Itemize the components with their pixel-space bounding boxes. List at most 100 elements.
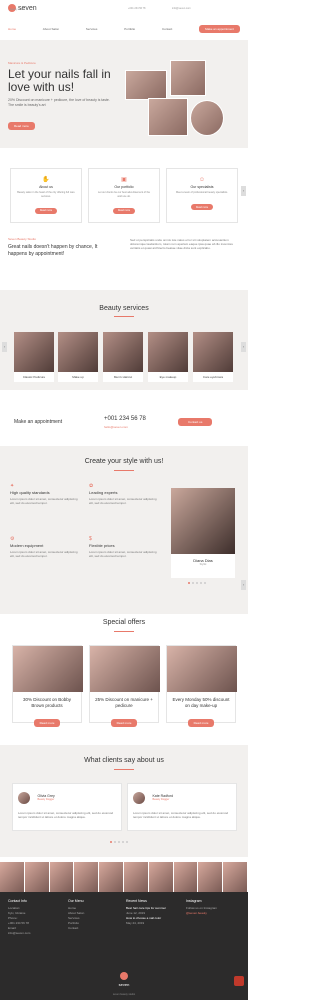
feature-about-button[interactable]: Read more: [34, 207, 58, 214]
service-image: [14, 332, 54, 372]
specialist-photo: [171, 488, 235, 554]
service-card[interactable]: Men's Haircut: [103, 332, 143, 382]
header-email[interactable]: info@seven.com: [172, 7, 191, 10]
offer-label: Every Monday 50% discount on day make-up: [172, 697, 230, 708]
offer-button[interactable]: Read more: [187, 719, 215, 727]
offer-image: [90, 646, 160, 692]
avatar: [18, 791, 30, 804]
instagram-photo[interactable]: [74, 862, 100, 892]
footer-news-date: May 24, 2019: [126, 921, 145, 925]
offer-card: Every Monday 50% discount on day make-up…: [166, 645, 237, 727]
instagram-photo[interactable]: [223, 862, 248, 892]
offer-image: [13, 646, 83, 692]
footer-link[interactable]: Contact: [68, 926, 118, 931]
hero-photo-1: [125, 70, 167, 100]
specialist-card[interactable]: Diana Dias Stylist: [171, 488, 235, 578]
create-item-text: Lorem ipsum dolor sit amet, consectetur …: [89, 497, 157, 505]
gallery-icon: ▣: [121, 177, 127, 183]
service-card[interactable]: Make up: [58, 332, 98, 382]
create-title-underline: [114, 470, 134, 471]
create-item-title: Flexible prices: [89, 543, 115, 548]
price-icon: $: [89, 536, 92, 542]
service-label: Classic Pedicure: [22, 375, 46, 379]
footer-line[interactable]: info@seven.com: [8, 931, 60, 936]
instagram-photo[interactable]: [123, 862, 149, 892]
intro-title: Great nails doesn't happen by chance, It…: [8, 244, 98, 257]
hero-read-more-button[interactable]: Read more: [8, 122, 35, 130]
instagram-photo[interactable]: [173, 862, 199, 892]
review-text: Lorem ipsum dolor sit amet, consectetur …: [18, 811, 114, 819]
nav-contact[interactable]: Contact: [162, 27, 172, 31]
user-icon: ☺: [198, 177, 206, 183]
instagram-photo[interactable]: [99, 862, 124, 892]
offer-card: 30% Discount on Bobby Brown products Rea…: [12, 645, 83, 727]
corner-badge-icon[interactable]: [234, 976, 244, 986]
logo-tagline: beauty studio: [10, 8, 25, 11]
nav-about[interactable]: About Salon: [43, 27, 59, 31]
appointment-phone[interactable]: +001 234 56 78: [104, 416, 146, 422]
instagram-photo[interactable]: [0, 862, 25, 892]
reviewer-role: Beauty blogger: [152, 798, 170, 802]
footer-instagram-link[interactable]: @seven.beauty: [186, 911, 242, 916]
header: seven beauty studio +001 234 56 78 info@…: [0, 0, 248, 26]
nav-home[interactable]: Home: [8, 27, 16, 31]
appointment-email[interactable]: hello@seven.com: [104, 425, 128, 429]
service-card[interactable]: Eye makeup: [148, 332, 188, 382]
hero: Manicure & Pedicure Let your nails fall …: [0, 40, 248, 148]
feature-specialists-button[interactable]: Read more: [190, 204, 214, 210]
offer-button[interactable]: Read more: [110, 719, 138, 727]
reviews-dots[interactable]: [110, 841, 128, 843]
reviewer-role: Beauty blogger: [37, 798, 55, 802]
offer-card: 25% Discount on manicure + pedicure Read…: [89, 645, 160, 727]
service-label: Care eyebrows: [202, 375, 224, 379]
instagram-photo[interactable]: [148, 862, 174, 892]
services-next-icon[interactable]: ›: [241, 342, 246, 352]
offer-button[interactable]: Read more: [33, 719, 61, 727]
nav-appointment-button[interactable]: Make an appointment: [199, 25, 240, 33]
feature-title: Our portfolio: [114, 185, 134, 189]
contact-us-button[interactable]: Contact us: [178, 418, 213, 426]
specialist-role: Stylist: [199, 563, 207, 566]
create-item: ✦ High quality standards Lorem ipsum dol…: [10, 483, 82, 505]
hero-tag: Manicure & Pedicure: [8, 61, 36, 65]
nav-portfolio[interactable]: Portfolio: [124, 27, 135, 31]
intro-text: Sed ut perspiciatis unde omnis iste natu…: [130, 238, 234, 250]
footer-logo[interactable]: seven: [114, 972, 134, 987]
service-image: [193, 332, 233, 372]
services-prev-icon[interactable]: ‹: [2, 342, 7, 352]
feature-portfolio-button[interactable]: Read more: [112, 207, 136, 214]
service-label: Eye makeup: [159, 375, 177, 379]
intro-tag: Seven Beauty Studio: [8, 237, 37, 241]
instagram-photo[interactable]: [198, 862, 224, 892]
instagram-photo[interactable]: [49, 862, 75, 892]
feature-about: ✋ About us Beauty salon in the heart of …: [10, 168, 82, 223]
service-card[interactable]: Care eyebrows: [193, 332, 233, 382]
appointment-bar: Make an appointment +001 234 56 78 hello…: [0, 407, 248, 437]
quality-icon: ✦: [10, 483, 15, 489]
hero-photo-4: [190, 100, 224, 136]
instagram-photo[interactable]: [24, 862, 50, 892]
specialist-dots[interactable]: [188, 582, 206, 584]
service-image: [58, 332, 98, 372]
create-item-text: Lorem ipsum dolor sit amet, consectetur …: [89, 550, 157, 558]
reviews-title: What clients say about us: [84, 757, 164, 764]
footer-instagram: Instagram Follow us on Instagram @seven.…: [186, 899, 242, 916]
create-next-icon[interactable]: ›: [241, 580, 246, 590]
feature-portfolio: ▣ Our portfolio Let our clients be our b…: [88, 168, 160, 223]
review-card: Kate Radford Beauty blogger Lorem ipsum …: [127, 783, 237, 831]
footer-copyright: seven beauty studio: [112, 993, 136, 996]
footer: Contact Info Location: Kyiv, Ukraine Pho…: [0, 892, 248, 1000]
services-title: Beauty services: [99, 305, 149, 312]
hero-photo-2: [170, 60, 206, 96]
create-item-text: Lorem ipsum dolor sit amet, consectetur …: [10, 497, 78, 505]
footer-heading: Our Menu: [68, 899, 84, 903]
header-phone[interactable]: +001 234 56 78: [128, 7, 145, 10]
expert-icon: ✿: [89, 483, 94, 489]
feature-desc: Beauty salon in the heart of the city of…: [17, 191, 75, 198]
service-image: [103, 332, 143, 372]
service-card[interactable]: Classic Pedicure: [14, 332, 54, 382]
nav-services[interactable]: Services: [86, 27, 98, 31]
logo-icon: [120, 972, 128, 980]
side-arrow-icon[interactable]: ›: [241, 186, 246, 196]
page: seven beauty studio +001 234 56 78 info@…: [0, 0, 248, 1000]
